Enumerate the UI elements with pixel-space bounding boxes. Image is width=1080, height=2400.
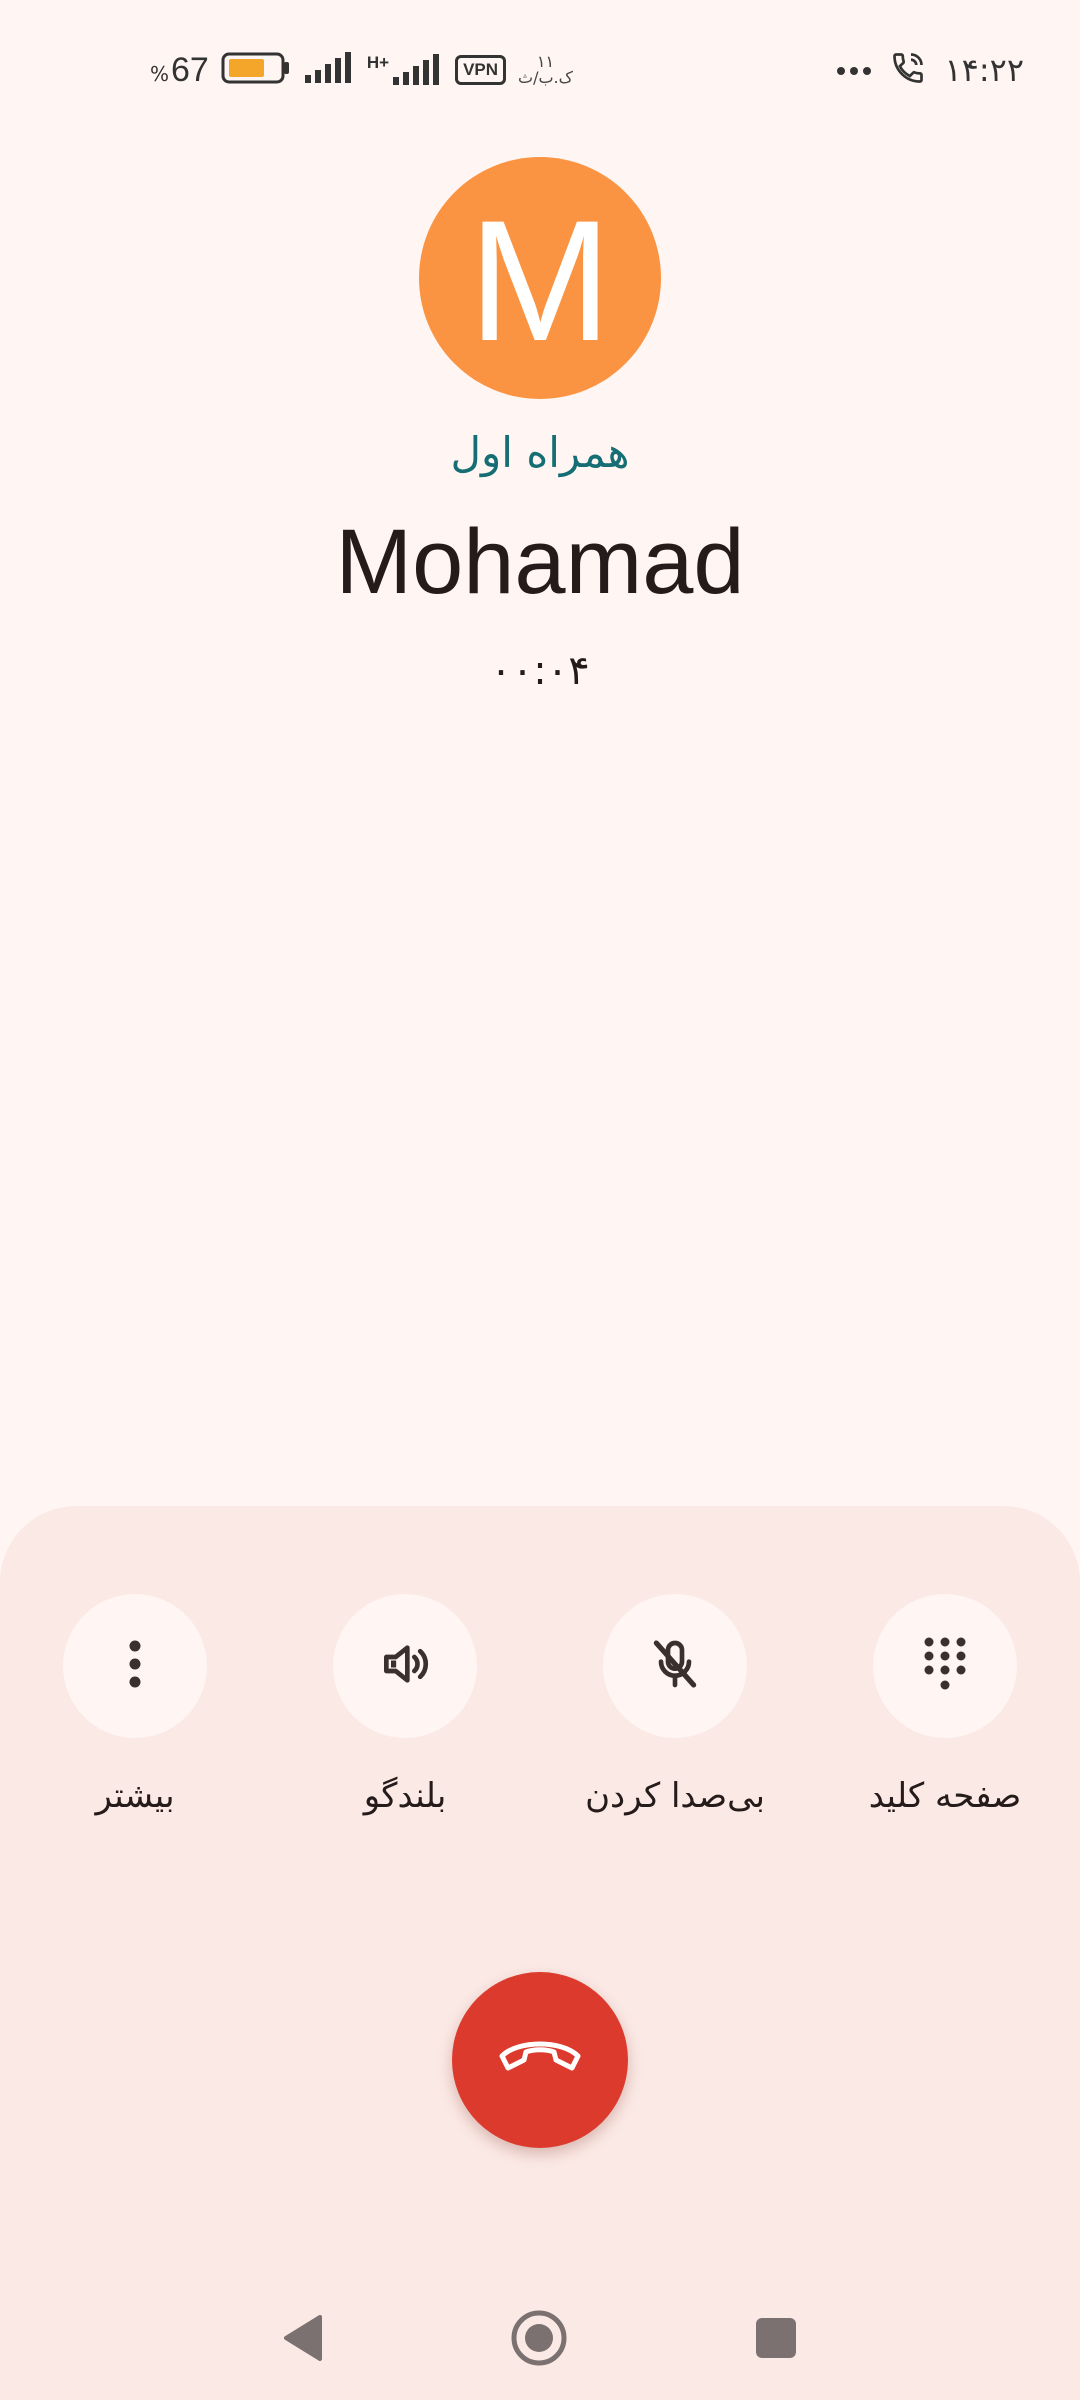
mute-label: بی‌صدا کردن	[585, 1776, 765, 1816]
contact-name: Mohamad	[335, 511, 745, 613]
keypad-button[interactable]	[873, 1594, 1017, 1738]
carrier-name: همراه اول	[450, 428, 630, 477]
mic-off-icon	[647, 1636, 703, 1696]
battery-percent-sign: %	[150, 61, 170, 86]
speaker-label: بلندگو	[363, 1776, 447, 1816]
call-duration: ۰۰:۰۴	[490, 648, 590, 694]
recents-icon	[754, 2316, 798, 2364]
more-label: بیشتر	[95, 1776, 175, 1816]
end-call-icon	[496, 2034, 584, 2086]
call-control-panel: بیشتر بلندگو	[0, 1506, 1080, 2400]
back-button[interactable]	[270, 2308, 334, 2372]
keypad-control: صفحه کلید	[830, 1594, 1060, 1816]
home-icon	[509, 2308, 569, 2372]
home-button[interactable]	[507, 2308, 571, 2372]
status-bar: % 67 H+ VPN ۱۱ ک.ب/ث ۱۴:۲۲	[0, 0, 1080, 140]
avatar-letter: M	[468, 185, 612, 377]
status-bar-left: % 67 H+ VPN ۱۱ ک.ب/ث	[150, 45, 573, 95]
back-icon	[280, 2313, 324, 2367]
speaker-control: بلندگو	[290, 1594, 520, 1816]
dialpad-icon	[921, 1634, 969, 1698]
more-vert-icon	[125, 1638, 145, 1694]
network-speed: ۱۱ ک.ب/ث	[518, 54, 573, 86]
speaker-icon	[377, 1636, 433, 1696]
keypad-label: صفحه کلید	[868, 1776, 1022, 1816]
more-button[interactable]	[63, 1594, 207, 1738]
more-dots-icon	[836, 61, 872, 80]
navigation-bar	[0, 2280, 1080, 2400]
phone-call-icon	[890, 50, 926, 90]
battery-icon	[221, 51, 291, 89]
status-bar-right: ۱۴:۲۲	[836, 45, 1024, 95]
network-type-label: H+	[366, 53, 390, 72]
recents-button[interactable]	[744, 2308, 808, 2372]
network-type-signal-icon: H+	[367, 53, 443, 87]
mute-button[interactable]	[603, 1594, 747, 1738]
signal-icon	[303, 51, 355, 89]
network-speed-unit: ک.ب/ث	[518, 68, 573, 87]
mute-control: بی‌صدا کردن	[560, 1594, 790, 1816]
clock: ۱۴:۲۲	[944, 51, 1024, 89]
battery-percentage: % 67	[150, 51, 209, 90]
more-control: بیشتر	[20, 1594, 250, 1816]
vpn-badge: VPN	[455, 55, 507, 85]
battery-percent-value: 67	[171, 50, 209, 89]
speaker-button[interactable]	[333, 1594, 477, 1738]
contact-avatar: M	[419, 157, 661, 399]
end-call-button[interactable]	[452, 1972, 628, 2148]
